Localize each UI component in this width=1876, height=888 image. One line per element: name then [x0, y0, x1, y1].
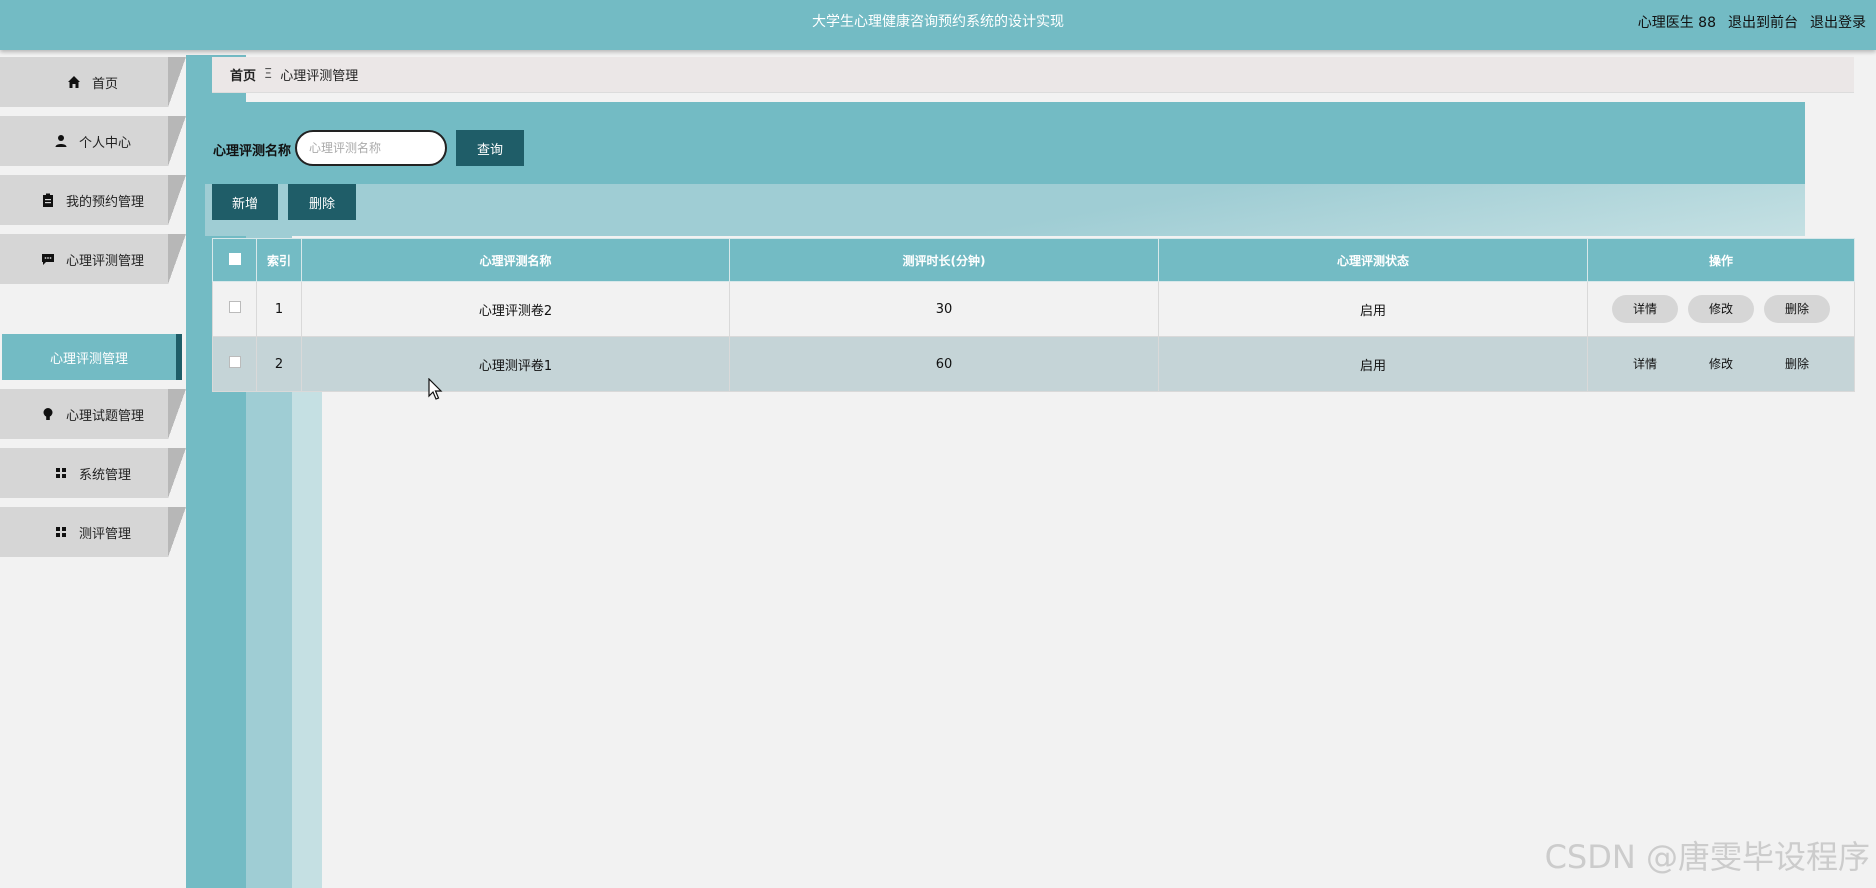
search-input[interactable] — [295, 130, 447, 166]
home-icon — [67, 76, 80, 88]
select-all-cell — [212, 238, 257, 282]
clipboard-icon — [42, 193, 53, 207]
sidebar-subitem-assessment-management[interactable]: 心理评测管理 — [2, 334, 182, 380]
cell-duration: 60 — [729, 336, 1159, 392]
assessment-table: 索引 心理评测名称 测评时长(分钟) 心理评测状态 操作 1 心理评测卷2 30… — [212, 238, 1855, 392]
bulb-icon — [43, 408, 53, 420]
detail-button[interactable]: 详情 — [1612, 295, 1678, 323]
search-button[interactable]: 查询 — [456, 130, 524, 166]
sidebar-item-system[interactable]: 系统管理 — [0, 448, 186, 498]
cell-operations: 详情 修改 删除 — [1587, 281, 1855, 337]
search-label: 心理评测名称 — [213, 144, 292, 159]
row-select-cell — [212, 336, 257, 392]
table-header-row: 索引 心理评测名称 测评时长(分钟) 心理评测状态 操作 — [212, 238, 1855, 282]
header-user-area: 心理医生 88 退出到前台 退出登录 — [1638, 0, 1866, 44]
mouse-cursor-icon — [428, 378, 443, 400]
action-panel: 新增 删除 — [205, 184, 1805, 236]
column-header: 索引 — [256, 238, 302, 282]
sidebar-item-evaluation[interactable]: 测评管理 — [0, 507, 186, 557]
delete-button[interactable]: 删除 — [1764, 295, 1830, 323]
logout-link[interactable]: 退出登录 — [1810, 12, 1866, 32]
breadcrumb-home[interactable]: 首页 — [230, 65, 256, 84]
edit-button[interactable]: 修改 — [1688, 350, 1754, 378]
sidebar-item-home[interactable]: 首页 — [0, 57, 186, 107]
detail-button[interactable]: 详情 — [1612, 350, 1678, 378]
top-header: 大学生心理健康咨询预约系统的设计实现 心理医生 88 退出到前台 退出登录 — [0, 0, 1876, 50]
search-panel: 心理评测名称 查询 — [205, 102, 1805, 184]
cell-status: 启用 — [1158, 336, 1588, 392]
sidebar-item-label: 我的预约管理 — [65, 194, 144, 210]
user-name: 心理医生 88 — [1637, 15, 1716, 31]
add-button[interactable]: 新增 — [212, 184, 278, 220]
column-header: 测评时长(分钟) — [729, 238, 1159, 282]
watermark: CSDN @唐雯毕设程序 — [1544, 838, 1870, 876]
sidebar-item-questions[interactable]: 心理试题管理 — [0, 389, 186, 439]
delete-button[interactable]: 删除 — [1764, 350, 1830, 378]
table-row: 1 心理评测卷2 30 启用 详情 修改 删除 — [212, 281, 1855, 337]
sidebar-item-profile[interactable]: 个人中心 — [0, 116, 186, 166]
cell-name: 心理测评卷1 — [301, 336, 730, 392]
grid-icon — [55, 468, 66, 478]
column-header: 操作 — [1587, 238, 1855, 282]
cell-index: 1 — [256, 281, 302, 337]
edit-button[interactable]: 修改 — [1688, 295, 1754, 323]
sidebar-item-appointments[interactable]: 我的预约管理 — [0, 175, 186, 225]
cell-index: 2 — [256, 336, 302, 392]
exit-to-front-link[interactable]: 退出到前台 — [1728, 12, 1798, 32]
sidebar-item-label: 心理试题管理 — [65, 408, 144, 424]
cell-duration: 30 — [729, 281, 1159, 337]
breadcrumb-separator: Ξ — [264, 67, 273, 82]
sidebar-item-assessments[interactable]: 心理评测管理 — [0, 234, 186, 284]
table-row: 2 心理测评卷1 60 启用 详情 修改 删除 — [212, 336, 1855, 392]
column-header: 心理评测名称 — [301, 238, 730, 282]
row-checkbox[interactable] — [228, 301, 241, 313]
cell-name: 心理评测卷2 — [301, 281, 730, 337]
select-all-checkbox[interactable] — [228, 252, 241, 265]
cell-operations: 详情 修改 删除 — [1587, 336, 1855, 392]
sidebar-item-label: 系统管理 — [78, 467, 131, 483]
sidebar-item-label: 首页 — [91, 76, 118, 92]
user-icon — [55, 135, 67, 147]
grid-icon — [55, 527, 66, 537]
breadcrumb: 首页 Ξ 心理评测管理 — [212, 57, 1854, 93]
sidebar-item-label: 心理评测管理 — [65, 253, 144, 269]
sidebar-item-label: 测评管理 — [78, 526, 131, 542]
breadcrumb-current: 心理评测管理 — [280, 69, 359, 84]
sidebar: 首页 个人中心 我的预约管理 心理评测管理 心理评测管理 心理试题管理 系统管理… — [0, 50, 186, 888]
sidebar-item-label: 个人中心 — [78, 135, 131, 151]
bulk-delete-button[interactable]: 删除 — [288, 184, 356, 220]
chat-icon — [41, 254, 54, 265]
row-checkbox[interactable] — [228, 356, 241, 368]
row-select-cell — [212, 281, 257, 337]
app-title: 大学生心理健康咨询预约系统的设计实现 — [812, 14, 1064, 30]
column-header: 心理评测状态 — [1158, 238, 1588, 282]
cell-status: 启用 — [1158, 281, 1588, 337]
